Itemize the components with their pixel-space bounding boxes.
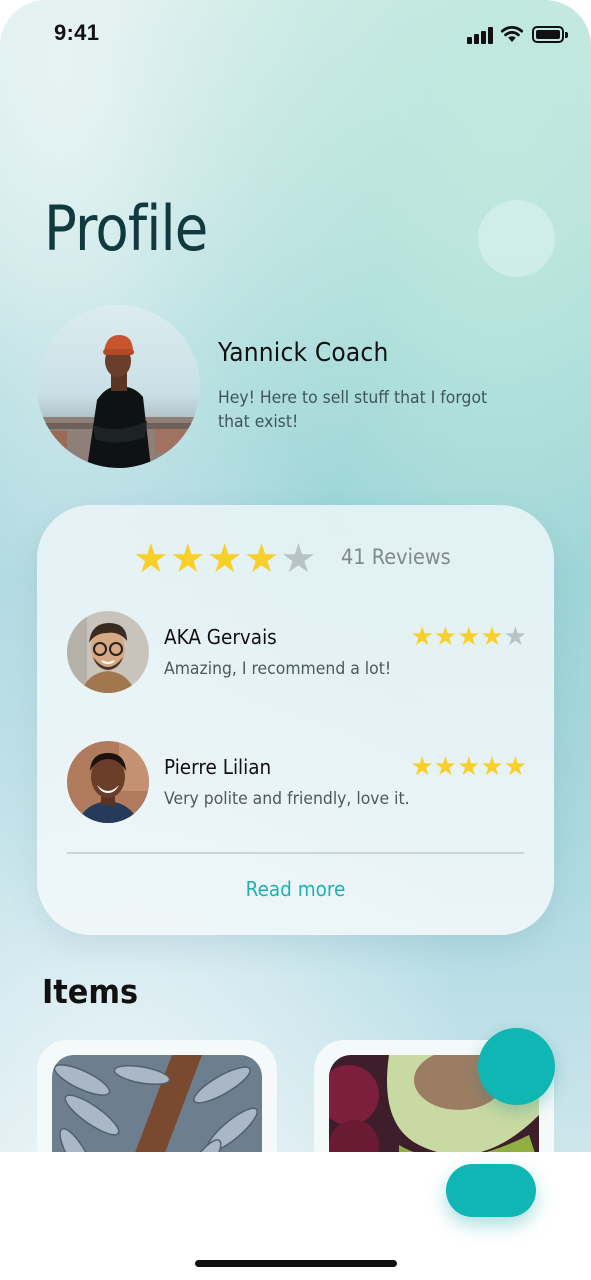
status-time: 9:41: [54, 20, 100, 45]
signal-icon: [467, 26, 495, 44]
status-bar: 9:41: [0, 0, 591, 70]
star-icon: ★: [410, 622, 434, 652]
star-icon: ★: [457, 752, 481, 782]
person-photo-icon: [67, 741, 149, 823]
review-text: Amazing, I recommend a lot!: [164, 659, 392, 679]
battery-icon: [532, 26, 568, 43]
review-stars: ★★★★★: [410, 621, 527, 653]
add-item-button[interactable]: [478, 1028, 555, 1105]
review-item[interactable]: Pierre Lilian Very polite and friendly, …: [67, 741, 527, 825]
profile-bio: Hey! Here to sell stuff that I forgot th…: [218, 388, 488, 432]
home-indicator[interactable]: [195, 1260, 397, 1267]
rating-stars: ★★★★★: [133, 535, 317, 583]
star-icon: ★: [410, 752, 434, 782]
person-photo-icon: [37, 335, 200, 468]
items-heading: Items: [42, 972, 139, 1011]
read-more-link[interactable]: Read more: [58, 877, 534, 901]
star-icon: ★: [503, 622, 527, 652]
profile-avatar[interactable]: [37, 305, 200, 468]
review-stars: ★★★★★: [410, 751, 527, 783]
person-photo-icon: [67, 611, 149, 693]
star-icon: ★: [433, 622, 458, 652]
profile-screen: 9:41 Profile Yannick Coach Hey! Here to …: [0, 0, 591, 1280]
star-icon: ★: [480, 622, 504, 652]
page-title: Profile: [44, 192, 208, 265]
divider: [67, 852, 524, 854]
reviewer-avatar: [67, 611, 149, 693]
star-icon: ★: [480, 752, 504, 782]
star-icon: ★: [243, 536, 281, 582]
review-item[interactable]: AKA Gervais Amazing, I recommend a lot! …: [67, 611, 527, 695]
star-icon: ★: [433, 752, 458, 782]
reviewer-avatar: [67, 741, 149, 823]
star-icon: ★: [133, 536, 170, 582]
settings-button[interactable]: [478, 200, 555, 277]
wifi-icon: [500, 26, 524, 42]
star-icon: ★: [169, 536, 207, 582]
star-icon: ★: [206, 536, 244, 582]
profile-name: Yannick Coach: [218, 338, 389, 368]
star-icon: ★: [457, 622, 481, 652]
action-button[interactable]: [446, 1164, 536, 1217]
star-icon: ★: [280, 536, 318, 582]
reviewer-name: AKA Gervais: [164, 625, 277, 649]
reviews-count: 41 Reviews: [341, 545, 451, 569]
reviews-card: ★★★★★ 41 Reviews AKA Gervais Amazing, I …: [37, 505, 554, 935]
review-text: Very polite and friendly, love it.: [164, 789, 410, 809]
star-icon: ★: [503, 752, 527, 782]
reviewer-name: Pierre Lilian: [164, 755, 272, 779]
bottom-bar: [0, 1152, 591, 1280]
